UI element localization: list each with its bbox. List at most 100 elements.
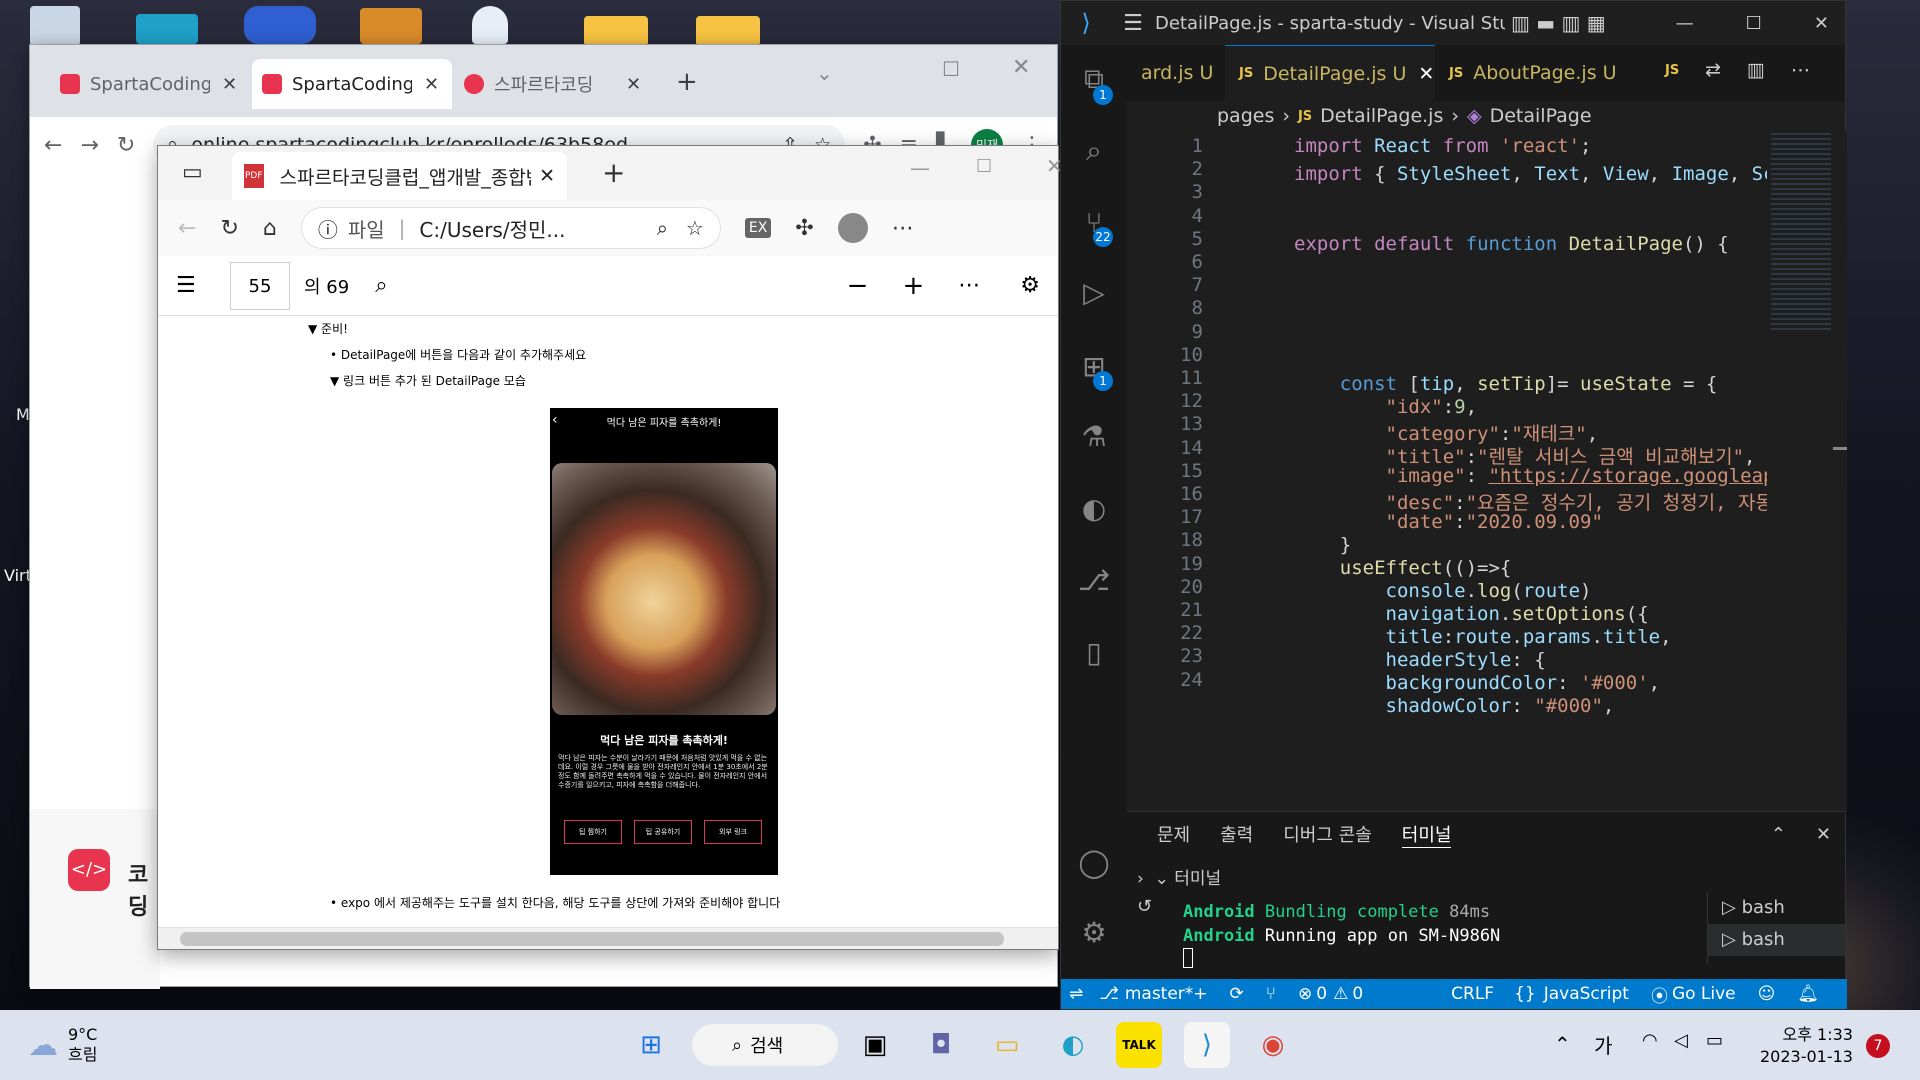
split-editor-icon[interactable]: ▥ xyxy=(1747,59,1765,81)
close-icon[interactable]: ✕ xyxy=(1816,824,1831,845)
edge-icon[interactable]: ◐ xyxy=(1050,1022,1096,1068)
terminal-output[interactable]: Android Bundling complete 84ms Android R… xyxy=(1183,900,1500,968)
close-icon[interactable]: ✕ xyxy=(1814,13,1829,34)
breadcrumb-symbol[interactable]: DetailPage xyxy=(1490,105,1592,127)
new-tab-icon[interactable]: + xyxy=(602,156,625,189)
chrome-tab[interactable]: SpartaCodingC ✕ xyxy=(50,59,250,109)
back-icon[interactable]: ← xyxy=(178,216,196,241)
desktop-app-icon[interactable] xyxy=(136,14,198,44)
close-icon[interactable]: ✕ xyxy=(424,74,439,95)
windows-start-icon[interactable]: ⊞ xyxy=(628,1022,674,1068)
minimap[interactable] xyxy=(1767,131,1847,811)
rocket-icon[interactable] xyxy=(472,6,508,44)
wifi-icon[interactable]: ◠ xyxy=(1642,1030,1658,1051)
tab-output[interactable]: 출력 xyxy=(1220,821,1253,847)
git-branch[interactable]: master*+ xyxy=(1125,984,1208,1004)
notification-badge[interactable]: 7 xyxy=(1866,1034,1890,1058)
maximize-icon[interactable]: ☐ xyxy=(942,57,960,81)
reload-icon[interactable]: ↻ xyxy=(220,216,238,241)
weather-widget[interactable]: ☁ 9°C 흐림 xyxy=(28,1022,97,1068)
bell-icon[interactable]: 🔔︎ xyxy=(1797,984,1819,1004)
back-icon[interactable]: ← xyxy=(44,133,62,158)
chrome-tab[interactable]: 스파르타코딩 ✕ xyxy=(454,59,654,109)
editor-tab[interactable]: ard.js U xyxy=(1127,45,1225,101)
editor-tab-active[interactable]: JS DetailPage.js U ✕ xyxy=(1225,45,1435,101)
terminal-list-item[interactable]: ▷ bash xyxy=(1708,892,1845,924)
zoom-out-icon[interactable]: − xyxy=(847,271,869,301)
settings-icon[interactable]: ⚙ xyxy=(1020,273,1040,298)
history-icon[interactable]: ↺ xyxy=(1137,896,1152,917)
git-graph-status-icon[interactable]: ⑂ xyxy=(1266,984,1276,1004)
task-view-icon[interactable]: ▣ xyxy=(852,1022,898,1068)
close-icon[interactable]: ✕ xyxy=(626,74,641,95)
desktop-app-icon[interactable] xyxy=(244,6,316,44)
breadcrumb-file[interactable]: DetailPage.js xyxy=(1320,105,1443,127)
toggle-heading[interactable]: ▼ 준비! xyxy=(308,320,348,337)
vscode-taskbar-icon[interactable]: ⟩ xyxy=(1184,1022,1230,1068)
file-explorer-icon[interactable]: ▭ xyxy=(984,1022,1030,1068)
search-icon[interactable]: ⌕ xyxy=(1076,133,1112,169)
new-tab-icon[interactable]: + xyxy=(676,67,698,97)
minimize-icon[interactable]: — xyxy=(910,156,930,180)
volume-icon[interactable]: ◁ xyxy=(1674,1030,1688,1051)
tab-problems[interactable]: 문제 xyxy=(1157,821,1190,847)
scrollbar-thumb[interactable] xyxy=(180,932,1004,946)
zoom-in-icon[interactable]: + xyxy=(902,271,924,301)
edge-address-bar[interactable]: ⓘ 파일 | C:/Users/정민... ⌕ ☆ xyxy=(300,207,721,249)
compare-icon[interactable]: ⇄ xyxy=(1705,59,1721,81)
more-icon[interactable]: ⋯ xyxy=(892,216,914,241)
clock[interactable]: 오후 1:33 2023-01-13 xyxy=(1760,1024,1853,1068)
edge-tab[interactable]: PDF 스파르타코딩클럽_앱개발_종합반 ✕ xyxy=(232,152,567,200)
settings-gear-icon[interactable]: ⚙ xyxy=(1076,915,1112,951)
toggle-heading[interactable]: ▼ 링크 버튼 추가 된 DetailPage 모습 xyxy=(330,372,526,389)
problems-count[interactable]: 0 xyxy=(1316,984,1327,1004)
chevron-up-icon[interactable]: ⌃ xyxy=(1771,824,1786,845)
language-mode[interactable]: JavaScript xyxy=(1544,984,1629,1004)
testing-icon[interactable]: ⚗ xyxy=(1076,419,1112,455)
reload-icon[interactable]: ↻ xyxy=(117,133,135,158)
sync-icon[interactable]: ⟳ xyxy=(1230,984,1244,1004)
contents-icon[interactable]: ☰ xyxy=(176,273,224,298)
git-graph-icon[interactable]: ⎇ xyxy=(1076,563,1112,599)
editor-tab[interactable]: JS AboutPage.js U xyxy=(1435,45,1645,101)
folder-icon[interactable] xyxy=(696,16,760,46)
taskbar-search[interactable]: ⌕ 검색 xyxy=(692,1024,838,1066)
tab-terminal[interactable]: 터미널 xyxy=(1401,821,1452,848)
notebook-icon[interactable]: ▯ xyxy=(1076,635,1112,671)
more-icon[interactable]: ⋯ xyxy=(958,273,980,298)
extension-icon[interactable]: EX xyxy=(744,218,772,238)
close-icon[interactable]: ✕ xyxy=(222,74,237,95)
horizontal-scrollbar[interactable] xyxy=(158,927,1058,949)
warnings-count[interactable]: 0 xyxy=(1352,984,1363,1004)
code-editor[interactable]: 1 2 3 4 5 6 7 8 9 10 11 12 13 14 15 16 17 18 19 20 21 22 23 24 … xyxy=(1127,131,1767,811)
chrome-taskbar-icon[interactable]: ◉ xyxy=(1250,1022,1296,1068)
maximize-icon[interactable]: ☐ xyxy=(976,156,992,177)
more-icon[interactable]: ⋯ xyxy=(1791,59,1810,81)
chrome-tab-active[interactable]: SpartaCodingC ✕ xyxy=(252,59,452,109)
account-icon[interactable]: ◯ xyxy=(1076,845,1112,881)
run-debug-icon[interactable]: ▷ xyxy=(1076,275,1112,311)
terminal-list-item[interactable]: ▷ bash xyxy=(1708,924,1845,956)
feedback-icon[interactable]: ☺ xyxy=(1758,984,1776,1004)
page-number-input[interactable]: 55 xyxy=(230,261,290,310)
forward-icon[interactable]: → xyxy=(80,133,98,158)
tab-actions-icon[interactable]: ▭ xyxy=(182,160,203,185)
tab-debug-console[interactable]: 디버그 콘솔 xyxy=(1283,821,1372,847)
minimize-icon[interactable]: — xyxy=(1676,13,1694,34)
chat-icon[interactable]: ◘ xyxy=(918,1022,964,1068)
terminal-section-header[interactable]: › ⌄ 터미널 xyxy=(1137,864,1221,889)
zoom-icon[interactable]: ⌕ xyxy=(657,216,668,240)
eol-status[interactable]: CRLF xyxy=(1451,984,1494,1004)
layout-icon[interactable]: ▥ ▬ ▥ ▦ xyxy=(1511,11,1606,35)
chevron-down-icon[interactable]: ⌄ xyxy=(816,61,833,85)
remote-icon[interactable]: ⇌ xyxy=(1061,984,1091,1004)
menu-icon[interactable]: ☰ xyxy=(1111,11,1155,36)
recycle-bin-icon[interactable] xyxy=(30,6,80,46)
breadcrumb-folder[interactable]: pages xyxy=(1217,105,1274,127)
avatar[interactable] xyxy=(837,213,868,243)
kakaotalk-icon[interactable]: TALK xyxy=(1116,1022,1162,1068)
close-icon[interactable]: ✕ xyxy=(1012,55,1030,80)
close-icon[interactable]: ✕ xyxy=(539,165,555,187)
puzzle-icon[interactable]: ✣ xyxy=(795,216,813,241)
folder-icon[interactable] xyxy=(584,16,648,46)
